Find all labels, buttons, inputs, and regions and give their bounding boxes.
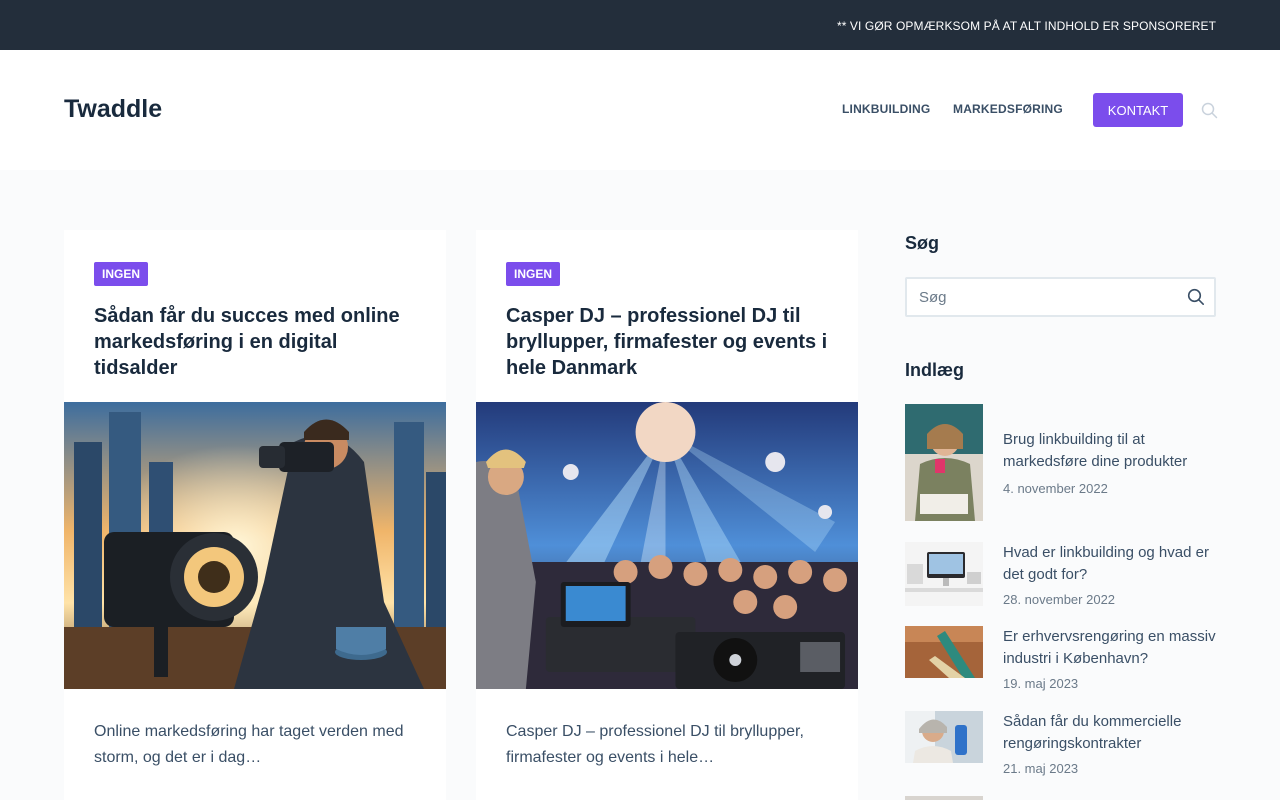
top-notice-bar: ** VI GØR OPMÆRKSOM PÅ AT ALT INDHOLD ER… [0, 0, 1280, 50]
post-thumbnail[interactable] [905, 404, 983, 521]
sponsored-notice: ** VI GØR OPMÆRKSOM PÅ AT ALT INDHOLD ER… [836, 19, 1216, 33]
sidebar-post-date: 21. maj 2023 [1003, 761, 1079, 776]
sidebar-search-box [905, 277, 1216, 317]
dj-party-image[interactable] [476, 402, 858, 689]
post-card-title[interactable]: Casper DJ – professionel DJ til bryllupp… [506, 303, 836, 381]
posts-widget-heading: Indlæg [905, 360, 964, 380]
sidebar-post-title[interactable]: Hvad er linkbuilding og hvad er det godt… [1003, 542, 1218, 586]
search-icon[interactable] [1187, 288, 1205, 306]
sidebar-post-date: 4. november 2022 [1003, 481, 1108, 496]
search-input[interactable] [919, 279, 1179, 315]
post-card: INGEN Casper DJ – professionel DJ til br… [476, 230, 858, 800]
post-card-excerpt: Casper DJ – professionel DJ til bryllupp… [506, 723, 804, 766]
sidebar-post-date: 19. maj 2023 [1003, 676, 1079, 691]
nav-item-linkbuilding[interactable]: LINKBUILDING [842, 102, 930, 116]
search-icon[interactable] [1201, 102, 1218, 119]
category-badge[interactable]: INGEN [94, 262, 149, 286]
category-badge[interactable]: INGEN [506, 262, 561, 286]
contact-button[interactable]: KONTAKT [1093, 93, 1183, 127]
sidebar-post-title[interactable]: Brug linkbuilding til at markedsføre din… [1003, 429, 1218, 473]
post-card-title[interactable]: Sådan får du succes med online markedsfø… [94, 303, 424, 381]
site-header: Twaddle LINKBUILDING MARKEDSFØRING KONTA… [0, 50, 1280, 170]
sidebar-post-title[interactable]: Sådan får du kommercielle rengøringskont… [1003, 711, 1218, 755]
photographer-camera-image[interactable] [64, 402, 446, 689]
sidebar-post-title[interactable]: Er erhvervsrengøring en massiv industri … [1003, 626, 1218, 670]
post-thumbnail[interactable] [905, 711, 983, 763]
post-thumbnail[interactable] [905, 626, 983, 678]
post-card-excerpt: Online markedsføring har taget verden me… [94, 723, 404, 766]
nav-item-markedsforing[interactable]: MARKEDSFØRING [953, 102, 1063, 116]
post-card: INGEN Sådan får du succes med online mar… [64, 230, 446, 800]
sidebar-post-date: 28. november 2022 [1003, 592, 1116, 607]
site-logo[interactable]: Twaddle [64, 95, 162, 124]
post-thumbnail[interactable] [905, 542, 983, 606]
post-thumbnail[interactable] [905, 796, 983, 800]
search-widget-heading: Søg [905, 233, 939, 253]
